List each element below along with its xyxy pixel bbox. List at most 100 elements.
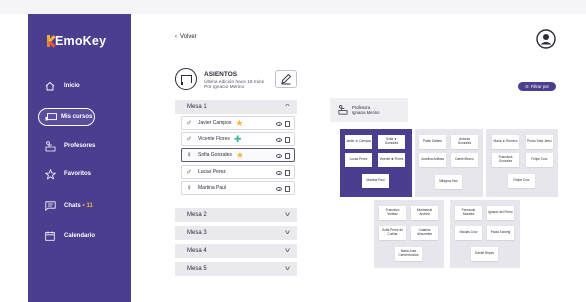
sidebar: EmoKey Inicio Mis cursos Profesores Favo…: [28, 14, 131, 302]
eye-icon[interactable]: [276, 154, 282, 158]
eye-icon[interactable]: [276, 187, 282, 191]
medical-cross-icon: ✚: [233, 133, 242, 144]
star-icon: ★: [235, 149, 244, 160]
mesa-label: Mesa 5: [187, 266, 207, 272]
edit-button[interactable]: [275, 70, 297, 88]
eye-icon[interactable]: [276, 171, 282, 175]
document-icon[interactable]: [285, 170, 290, 176]
chevron-down-icon: v: [285, 212, 290, 218]
chevron-down-icon: v: [285, 248, 290, 254]
document-icon[interactable]: [285, 137, 290, 143]
seat[interactable]: Nicolas Cruz: [455, 226, 482, 240]
male-icon: ♂: [186, 167, 192, 176]
document-icon[interactable]: [285, 153, 290, 159]
document-icon[interactable]: [285, 121, 290, 127]
seat[interactable]: Fernando Morales: [455, 206, 482, 220]
mesa-3-header[interactable]: Mesa 3 v: [175, 226, 297, 240]
seat[interactable]: Paola Solveig: [487, 226, 514, 240]
student-row-selected[interactable]: ♀ Sofia Gonzales ★: [181, 148, 295, 162]
seat-group-2[interactable]: Pablo Dalano Antonia Gonzalez Josefina A…: [415, 129, 483, 197]
seat[interactable]: Javier ★ Campos: [345, 135, 372, 149]
teacher-name: Ignacia Merino: [352, 110, 380, 115]
mesa-label: Mesa 3: [187, 230, 207, 236]
seat[interactable]: Sofia ★ Gonzales: [378, 135, 405, 149]
teacher-desk[interactable]: Profesora Ignacia Merino: [330, 98, 408, 122]
app-logo[interactable]: EmoKey: [46, 34, 106, 48]
mesa-2-header[interactable]: Mesa 2 v: [175, 208, 297, 222]
user-icon: [536, 29, 556, 49]
star-icon: ★: [235, 117, 244, 128]
seat[interactable]: Antonia Gonzalez: [451, 135, 478, 149]
sidebar-item-favoritos[interactable]: Favoritos: [28, 165, 131, 183]
mesa-1-header[interactable]: Mesa 1 ^: [175, 100, 297, 114]
sidebar-item-label: Profesores: [64, 143, 96, 149]
sidebar-item-label: Mis cursos: [61, 114, 93, 120]
chevron-down-icon: v: [285, 266, 290, 272]
mesa-5-header[interactable]: Mesa 5 v: [175, 262, 297, 276]
student-name: Vicente Flores: [198, 136, 230, 142]
sidebar-item-label: Favoritos: [64, 171, 92, 177]
document-icon[interactable]: [285, 186, 290, 192]
student-name: Martina Paul: [198, 185, 227, 191]
eye-icon[interactable]: [276, 122, 282, 126]
mesa-label: Mesa 1: [187, 104, 207, 110]
seat[interactable]: Francisco Vedesz: [379, 206, 406, 220]
teacher-icon: [44, 140, 56, 152]
female-icon: ♀: [186, 150, 192, 159]
home-icon: [44, 80, 56, 92]
seat-group-4[interactable]: Francisco Vedesz Montserrat Andrea Sofia…: [374, 200, 444, 268]
editor-text: Por Ignacio Merino: [204, 85, 245, 90]
app-name: EmoKey: [55, 34, 107, 48]
student-row[interactable]: ♂ Lucas Perez: [181, 165, 295, 179]
mesa-label: Mesa 4: [187, 248, 207, 254]
seat[interactable]: Catalina Almunetes: [411, 226, 438, 240]
seat[interactable]: Milagros Hsu: [435, 175, 462, 189]
seat-group-5[interactable]: Fernando Morales Ignacio del Fierro Nico…: [450, 200, 520, 268]
male-icon: ♂: [186, 134, 192, 143]
seat[interactable]: Lucas Perez: [345, 153, 372, 167]
seat[interactable]: Martina Paul: [362, 174, 389, 188]
student-name: Javier Campos: [198, 120, 232, 126]
sidebar-item-profesores[interactable]: Profesores: [28, 137, 131, 155]
seat[interactable]: Pablo Dalano: [419, 135, 446, 149]
chat-icon: [44, 200, 56, 212]
mesa-4-header[interactable]: Mesa 4 v: [175, 244, 297, 258]
seat[interactable]: Felipe Cruz: [526, 153, 553, 167]
sidebar-item-inicio[interactable]: Inicio: [28, 77, 131, 95]
seat[interactable]: Sofia Perez de Cuellar: [379, 226, 406, 240]
pencil-icon: [281, 73, 292, 85]
seat[interactable]: Felipe Cruz: [508, 174, 535, 188]
seat[interactable]: Daniel Bravo: [451, 153, 478, 167]
emokey-logo-icon: [46, 35, 54, 47]
classroom-icon: [175, 68, 197, 90]
sidebar-item-calendario[interactable]: Calendario: [28, 227, 131, 245]
seat[interactable]: Montserrat Andrea: [411, 206, 438, 220]
filter-button[interactable]: ☰ Filtrar por: [518, 82, 556, 91]
seat[interactable]: Pedro Sota Jerez: [526, 135, 553, 149]
sidebar-item-mis-cursos[interactable]: Mis cursos: [38, 108, 95, 126]
seat[interactable]: Maria ★ Romero: [492, 135, 519, 149]
user-avatar[interactable]: [536, 29, 556, 49]
seat-group-3[interactable]: Maria ★ Romero Pedro Sota Jerez Francisc…: [486, 129, 558, 197]
sidebar-item-chats[interactable]: Chats • 11: [28, 197, 131, 215]
seat[interactable]: Daniel Reyes: [471, 247, 498, 261]
chevron-up-icon: ^: [285, 104, 290, 110]
seat[interactable]: Vicente ✚ Flores: [378, 153, 405, 167]
seat-group-1[interactable]: Javier ★ Campos Sofia ★ Gonzales Lucas P…: [340, 129, 412, 197]
back-link[interactable]: ‹ Volver: [175, 34, 197, 40]
student-row[interactable]: ♂ Vicente Flores ✚: [181, 132, 295, 146]
teacher-icon: [338, 105, 348, 115]
chats-unread-badge: • 11: [82, 203, 93, 209]
filter-icon: ☰: [525, 84, 529, 89]
seat[interactable]: Francisca Gonzalez: [492, 153, 519, 167]
eye-icon[interactable]: [276, 138, 282, 142]
seat[interactable]: Ignacio del Fierro: [487, 206, 514, 220]
mesa-label: Mesa 2: [187, 212, 207, 218]
star-icon: [44, 168, 56, 180]
seat[interactable]: Josefina Anffass: [419, 153, 446, 167]
seat[interactable]: Maria Jose Cenberbrooks: [395, 247, 422, 261]
student-row[interactable]: ♂ Javier Campos ★: [181, 116, 295, 130]
chevron-down-icon: v: [285, 230, 290, 236]
student-row[interactable]: ♀ Martina Paul: [181, 181, 295, 195]
female-icon: ♀: [186, 183, 192, 192]
